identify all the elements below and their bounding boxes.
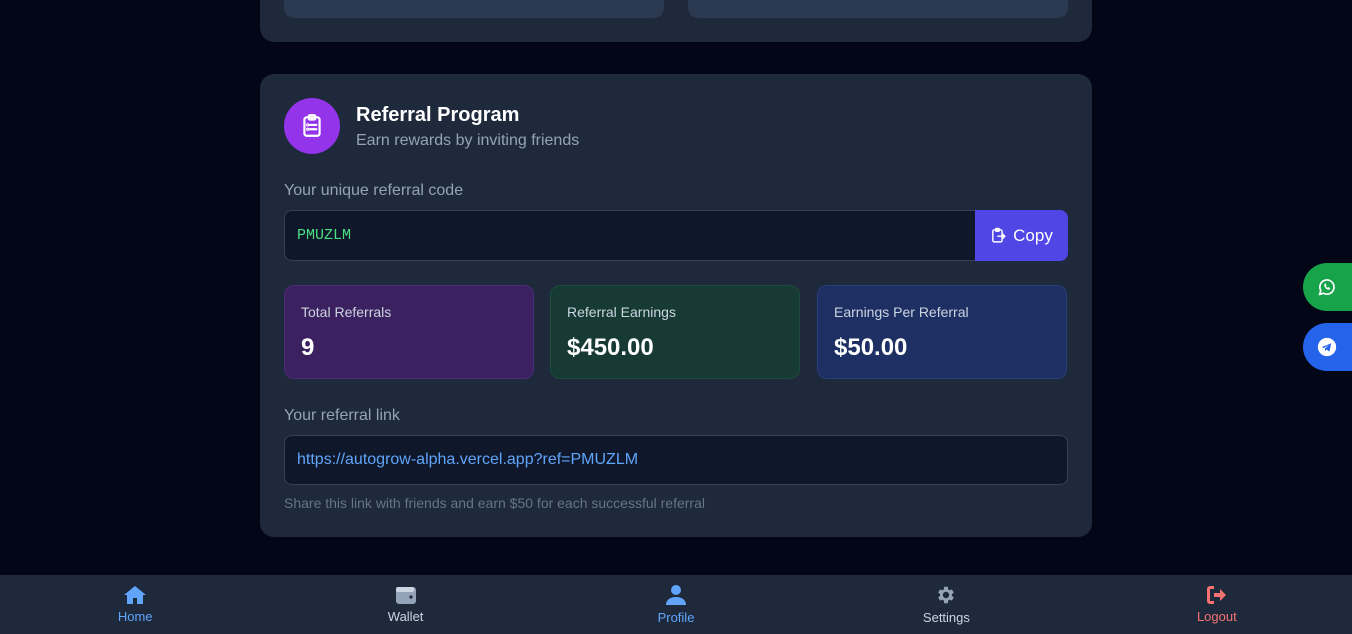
home-icon — [124, 586, 147, 604]
referral-code-value: PMUZLM — [297, 227, 352, 244]
clipboard-copy-icon — [992, 227, 1006, 243]
nav-item-wallet[interactable]: Wallet — [270, 575, 540, 634]
nav-item-logout[interactable]: Logout — [1082, 575, 1352, 634]
stat-value: 9 — [301, 334, 315, 361]
stat-label: Total Referrals — [301, 304, 392, 320]
clipboard-list-icon — [284, 98, 340, 154]
whatsapp-icon — [1318, 279, 1335, 296]
stat-value: $50.00 — [834, 334, 908, 361]
copy-button[interactable]: Copy — [975, 210, 1068, 261]
referral-card: Referral Program Earn rewards by invitin… — [260, 74, 1092, 537]
card-subtitle: Earn rewards by inviting friends — [356, 132, 580, 149]
referral-code-label: Your unique referral code — [284, 182, 464, 199]
nav-item-settings[interactable]: Settings — [811, 575, 1081, 634]
stat-referral-earnings: Referral Earnings $450.00 — [550, 285, 800, 379]
telegram-button[interactable] — [1303, 323, 1352, 371]
nav-item-home[interactable]: Home — [0, 575, 270, 634]
referral-hint: Share this link with friends and earn $5… — [284, 495, 705, 511]
user-icon — [666, 585, 687, 605]
page: Referral Program Earn rewards by invitin… — [0, 0, 1352, 634]
nav-label: Settings — [922, 610, 970, 625]
nav-label: Wallet — [387, 609, 424, 624]
previous-card-slot-right — [688, 0, 1068, 18]
stat-label: Referral Earnings — [567, 304, 676, 320]
whatsapp-button[interactable] — [1303, 263, 1352, 311]
nav-label: Home — [117, 609, 153, 624]
nav-label: Profile — [657, 610, 695, 625]
referral-code-field[interactable]: PMUZLM — [284, 210, 976, 261]
stat-earnings-per-referral: Earnings Per Referral $50.00 — [817, 285, 1067, 379]
previous-card-slot-left — [284, 0, 664, 18]
card-title: Referral Program — [356, 104, 520, 126]
referral-link-value: https://autogrow-alpha.vercel.app?ref=PM… — [297, 451, 639, 468]
referral-link-label: Your referral link — [284, 407, 400, 424]
nav-label: Logout — [1196, 609, 1237, 624]
gear-icon — [938, 586, 955, 604]
stat-value: $450.00 — [567, 334, 654, 361]
stat-label: Earnings Per Referral — [834, 304, 969, 320]
stat-total-referrals: Total Referrals 9 — [284, 285, 534, 379]
previous-card — [260, 0, 1092, 42]
copy-button-label: Copy — [1013, 225, 1053, 245]
referral-link-field[interactable]: https://autogrow-alpha.vercel.app?ref=PM… — [284, 435, 1068, 485]
bottom-nav: Home Wallet Profile Settings Logout — [0, 575, 1352, 634]
nav-item-profile[interactable]: Profile — [541, 575, 811, 634]
wallet-icon — [395, 587, 416, 604]
logout-icon — [1206, 586, 1226, 604]
telegram-icon — [1317, 337, 1337, 357]
